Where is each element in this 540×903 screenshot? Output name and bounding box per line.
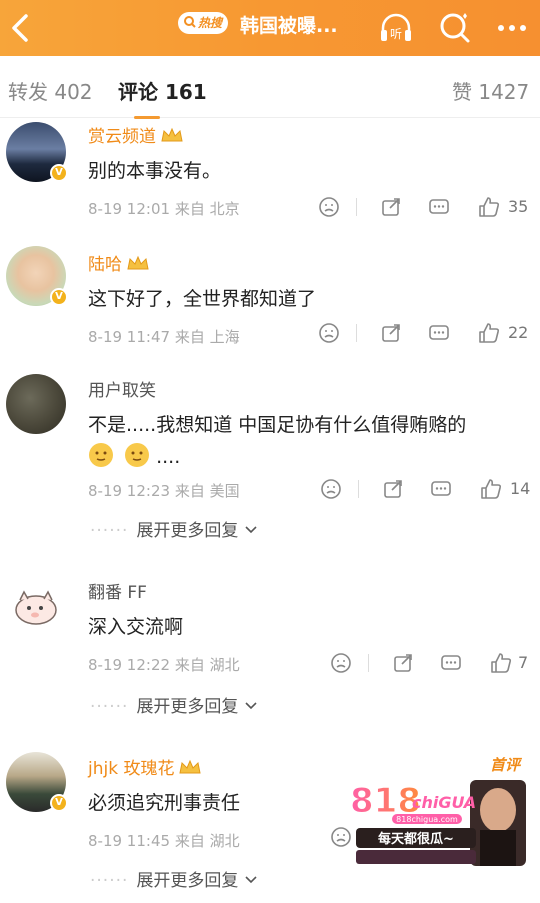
- comment-item: 用户取笑 不是.....我想知道 中国足协有什么值得贿赂的 .... 8-19 …: [0, 360, 540, 560]
- like-icon[interactable]: [478, 322, 500, 344]
- verified-badge-icon: V: [50, 164, 68, 182]
- page-title: 韩国被曝...: [240, 15, 338, 37]
- like-icon[interactable]: [478, 196, 500, 218]
- hot-search-pill[interactable]: 热搜: [178, 12, 228, 34]
- back-arrow-icon[interactable]: [4, 10, 40, 46]
- chevron-down-icon: [245, 526, 257, 534]
- comment-text: 别的本事没有。: [88, 160, 222, 182]
- chevron-down-icon: [245, 876, 257, 884]
- repost-icon[interactable]: [380, 196, 402, 218]
- like-count: 35: [508, 197, 529, 216]
- comment-text-line2: ....: [88, 442, 180, 468]
- username[interactable]: 陆哈: [88, 250, 151, 275]
- reply-icon[interactable]: [440, 652, 462, 674]
- like-count: 14: [510, 479, 531, 498]
- comment-meta: 8-19 12:23 来自 美国: [88, 482, 240, 500]
- vip-crown-icon: [127, 255, 149, 270]
- username[interactable]: 赏云频道: [88, 122, 185, 147]
- comment-text: 必须追究刑事责任: [88, 792, 241, 814]
- expand-replies-link[interactable]: ······ 展开更多回复: [90, 692, 258, 717]
- svg-text:听: 听: [390, 27, 402, 41]
- search-icon[interactable]: [437, 10, 473, 46]
- emoji-icon: [89, 443, 113, 467]
- like-count: 22: [508, 323, 529, 342]
- tab-bar: 转发 402 评论 161 赞 1427: [0, 56, 540, 119]
- reply-icon[interactable]: [428, 322, 450, 344]
- like-icon[interactable]: [480, 478, 502, 500]
- emoji-reaction-icon[interactable]: [318, 196, 340, 218]
- hot-search-label: 热搜: [198, 16, 223, 30]
- username[interactable]: 翻番 FF: [88, 578, 147, 603]
- watermark-logo: 818 chiGUA 818chigua.com 每天都很瓜~: [348, 780, 526, 866]
- repost-icon[interactable]: [382, 478, 404, 500]
- first-comment-badge: 首评: [490, 756, 521, 774]
- comment-text: 深入交流啊: [88, 616, 184, 638]
- more-icon[interactable]: [494, 10, 530, 46]
- tab-reposts[interactable]: 转发 402: [8, 76, 93, 105]
- comment-item: V 陆哈 这下好了，全世界都知道了 8-19 11:47 来自 上海: [0, 238, 540, 360]
- expand-replies-link[interactable]: ······ 展开更多回复: [90, 516, 258, 541]
- watermark-graphic-icon: 818 chiGUA 818chigua.com 每天都很瓜~: [350, 780, 526, 866]
- tab-comments[interactable]: 评论 161: [118, 76, 207, 105]
- svg-text:每天都很瓜~: 每天都很瓜~: [378, 831, 454, 847]
- comment-meta: 8-19 11:45 来自 湖北: [88, 832, 240, 850]
- action-divider: [358, 480, 359, 498]
- emoji-reaction-icon[interactable]: [318, 322, 340, 344]
- svg-text:818chigua.com: 818chigua.com: [396, 815, 458, 824]
- like-icon[interactable]: [490, 652, 512, 674]
- emoji-reaction-icon[interactable]: [330, 652, 352, 674]
- action-divider: [356, 324, 357, 342]
- verified-badge-icon: V: [50, 288, 68, 306]
- chevron-down-icon: [245, 702, 257, 710]
- comment-text: 不是.....我想知道 中国足协有什么值得贿赂的: [88, 414, 467, 436]
- comment-meta: 8-19 12:01 来自 北京: [88, 200, 240, 218]
- cartoon-avatar-icon: [15, 590, 57, 625]
- top-bar: 热搜 韩国被曝... 听: [0, 0, 540, 56]
- tab-likes[interactable]: 赞 1427: [452, 76, 529, 105]
- action-divider: [356, 198, 357, 216]
- search-icon: [184, 16, 196, 28]
- emoji-reaction-icon[interactable]: [320, 478, 342, 500]
- repost-icon[interactable]: [392, 652, 414, 674]
- like-count: 7: [518, 653, 529, 672]
- listen-icon[interactable]: 听: [378, 10, 414, 46]
- comment-item: V 赏云频道 别的本事没有。 8-19 12:01 来自 北京: [0, 118, 540, 238]
- vip-crown-icon: [179, 759, 202, 774]
- comment-item: 翻番 FF 深入交流啊 8-19 12:22 来自 湖北 ······ 展开更多回…: [0, 560, 540, 740]
- username[interactable]: 用户取笑: [88, 376, 156, 401]
- repost-icon[interactable]: [380, 322, 402, 344]
- avatar[interactable]: [6, 374, 66, 434]
- expand-replies-link[interactable]: ······ 展开更多回复: [90, 866, 258, 891]
- reply-icon[interactable]: [430, 478, 452, 500]
- avatar[interactable]: [6, 576, 66, 636]
- username[interactable]: jhjk 玫瑰花: [88, 754, 203, 779]
- reply-icon[interactable]: [428, 196, 450, 218]
- svg-text:chiGUA: chiGUA: [412, 793, 476, 812]
- vip-crown-icon: [161, 127, 183, 142]
- comment-meta: 8-19 12:22 来自 湖北: [88, 656, 240, 674]
- verified-badge-icon: V: [50, 794, 68, 812]
- comment-text: 这下好了，全世界都知道了: [88, 288, 317, 310]
- action-divider: [368, 654, 369, 672]
- emoji-icon: [125, 443, 150, 467]
- comment-meta: 8-19 11:47 来自 上海: [88, 328, 240, 346]
